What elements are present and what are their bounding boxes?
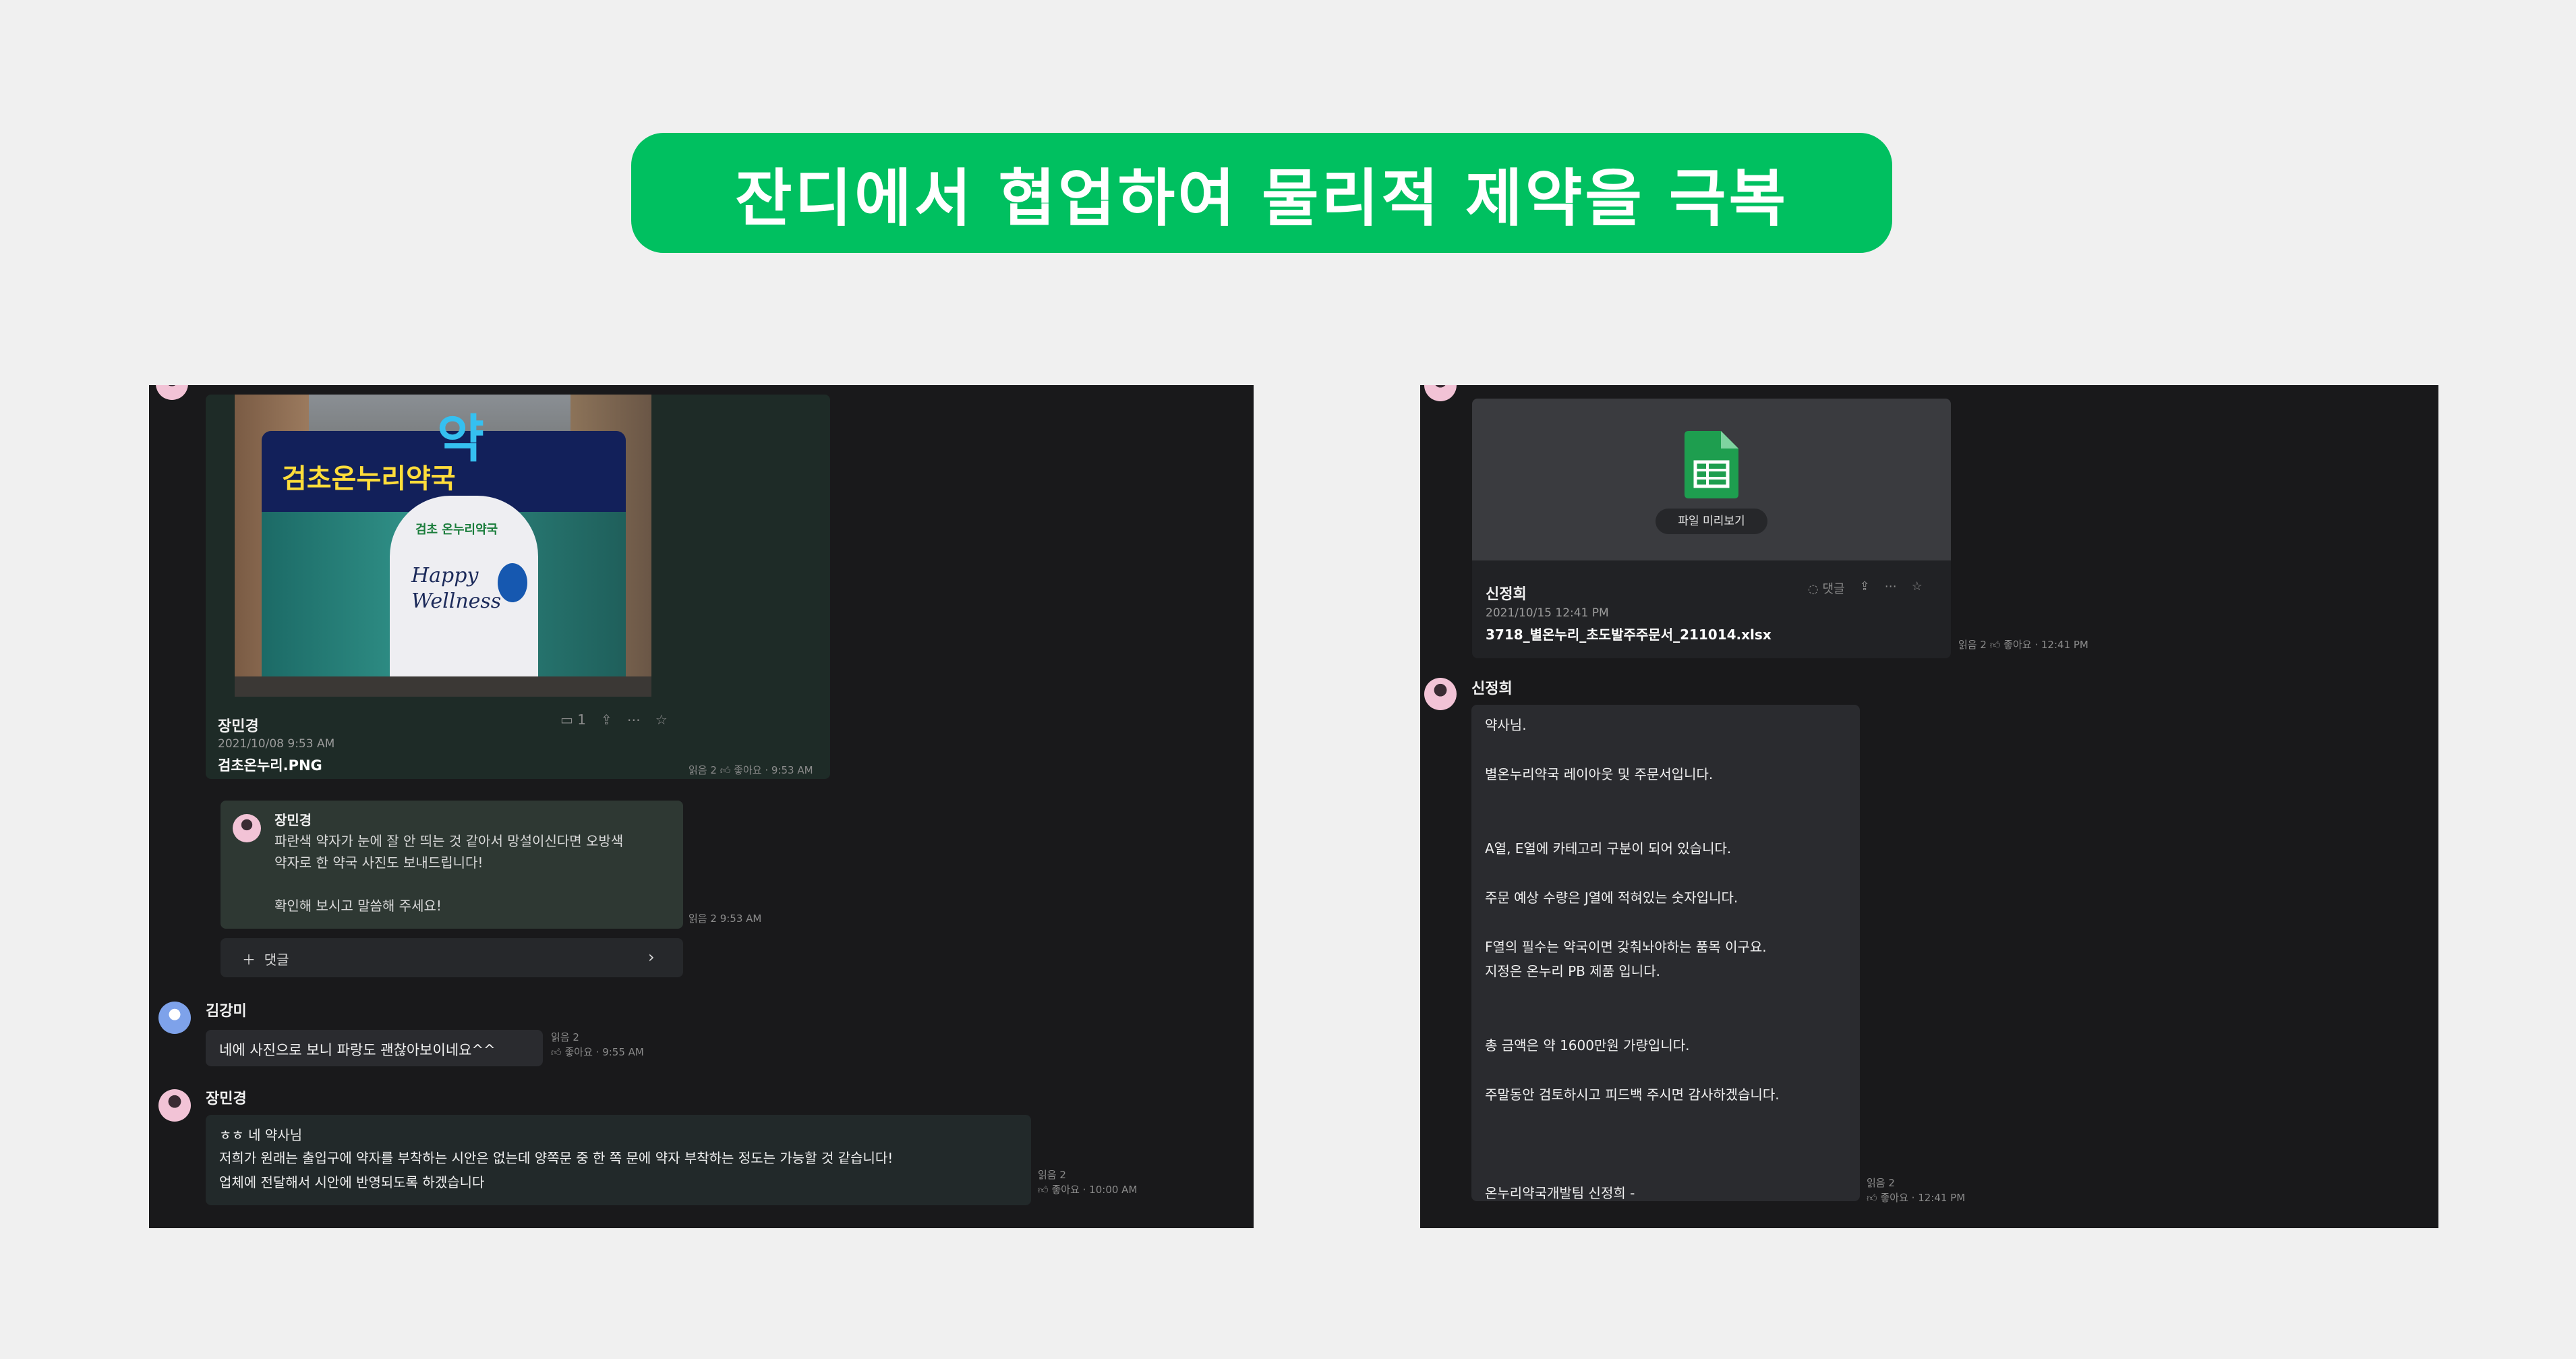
message-author: 신정희 xyxy=(1471,681,1513,697)
reply-line: 약자로 한 약국 사진도 보내드립니다! xyxy=(274,855,484,871)
spreadsheet-icon xyxy=(1685,431,1738,498)
message-text: 네에 사진으로 보니 파랑도 괜찮아보이네요^^ xyxy=(219,1042,496,1058)
banner-title: 잔디에서 협업하여 물리적 제약을 극복 xyxy=(734,162,1789,235)
message-meta: 읽음 2 👍︎ 좋아요 · 12:41 PM xyxy=(1867,1177,1966,1204)
image-post-actions: ▭ 1 ⇪ ⋯ ☆ xyxy=(560,712,668,728)
message-line: 지정은 온누리 PB 제품 입니다. xyxy=(1485,963,1660,979)
message-line: 업체에 전달해서 시안에 반영되도록 하겠습니다 xyxy=(219,1174,485,1190)
image-post-filename[interactable]: 검초온누리.PNG xyxy=(218,755,322,775)
avatar xyxy=(156,385,188,400)
reply-meta: 읽음 2 9:53 AM xyxy=(689,913,762,925)
avatar xyxy=(233,814,261,842)
chevron-right-icon[interactable]: › xyxy=(648,948,655,966)
thumbs-up-icon[interactable]: 👍︎ xyxy=(720,764,731,776)
thumbs-up-icon[interactable]: 👍︎ xyxy=(551,1046,562,1058)
photo-slogan: Happy Wellness xyxy=(411,564,502,613)
star-icon[interactable]: ☆ xyxy=(655,712,668,728)
photo-sign-text: 검초온누리약국 xyxy=(282,463,456,494)
comment-icon[interactable]: ◌ 댓글 xyxy=(1808,579,1845,597)
message-line: 주문 예상 수량은 J열에 적혀있는 숫자입니다. xyxy=(1485,889,1738,906)
chat-screenshot-right: 파일 미리보기 신정희 2021/10/15 12:41 PM 3718_별온누… xyxy=(1420,385,2438,1228)
avatar xyxy=(1424,385,1457,401)
share-icon[interactable]: ⇪ xyxy=(1860,579,1870,597)
avatar xyxy=(1424,678,1457,710)
message-line: F열의 필수는 약국이면 갖춰놔야하는 품목 이구요. xyxy=(1485,938,1767,955)
file-preview-button[interactable]: 파일 미리보기 xyxy=(1656,509,1767,534)
avatar xyxy=(158,1002,191,1034)
reply-line: 확인해 보시고 말씀해 주세요! xyxy=(274,898,442,914)
message-line: 주말동안 검토하시고 피드백 주시면 감사하겠습니다. xyxy=(1485,1086,1780,1103)
more-icon[interactable]: ⋯ xyxy=(627,712,641,728)
thumbs-up-icon[interactable]: 👍︎ xyxy=(1038,1184,1049,1196)
message-meta: 읽음 2 👍︎ 좋아요 · 10:00 AM xyxy=(1038,1169,1138,1196)
message-line: ㅎㅎ 네 약사님 xyxy=(219,1127,303,1143)
message-meta: 읽음 2 👍︎ 좋아요 · 9:55 AM xyxy=(551,1031,644,1058)
plus-icon: ＋ xyxy=(242,952,256,968)
image-post-author: 장민경 xyxy=(218,718,259,735)
chat-screenshot-left: 검초온누리약국 약 검초 온누리약국 Happy Wellness 장민경 20… xyxy=(149,385,1254,1228)
message-line: A열, E열에 카테고리 구분이 되어 있습니다. xyxy=(1485,840,1732,857)
file-message-card[interactable]: 파일 미리보기 신정희 2021/10/15 12:41 PM 3718_별온누… xyxy=(1472,399,1951,658)
message-line: 약사님. xyxy=(1485,717,1527,733)
message-line: 별온누리약국 레이아웃 및 주문서입니다. xyxy=(1485,766,1714,782)
message-author: 장민경 xyxy=(206,1091,247,1107)
reply-line: 파란색 약자가 눈에 잘 안 띄는 것 같아서 망설이신다면 오방색 xyxy=(274,833,624,849)
file-post-date: 2021/10/15 12:41 PM xyxy=(1486,606,1609,620)
file-post-meta: 읽음 2 👍︎ 좋아요 · 12:41 PM xyxy=(1958,639,2088,651)
star-icon[interactable]: ☆ xyxy=(1912,579,1923,597)
add-reply-label[interactable]: ＋ 댓글 xyxy=(242,949,289,968)
more-icon[interactable]: ⋯ xyxy=(1885,579,1897,597)
reply-author: 장민경 xyxy=(274,812,312,828)
image-post-meta: 읽음 2 👍︎ 좋아요 · 9:53 AM xyxy=(689,764,813,776)
thumbs-up-icon[interactable]: 👍︎ xyxy=(1990,639,2001,651)
message-line: 총 금액은 약 1600만원 가량입니다. xyxy=(1485,1037,1690,1053)
share-icon[interactable]: ⇪ xyxy=(601,712,612,728)
message-line: 저희가 원래는 출입구에 약자를 부착하는 시안은 없는데 양쪽문 중 한 쪽 … xyxy=(219,1150,894,1166)
photo-brand-text: 검초 온누리약국 xyxy=(415,523,498,537)
message-line: 온누리약국개발팀 신정희 - xyxy=(1485,1184,1635,1201)
photo-pharmacy-symbol: 약 xyxy=(437,409,484,469)
comment-icon[interactable]: ▭ 1 xyxy=(560,712,586,728)
photo-logo-mark xyxy=(498,563,527,602)
file-post-actions: ◌ 댓글 ⇪ ⋯ ☆ xyxy=(1808,579,1923,597)
banner: 잔디에서 협업하여 물리적 제약을 극복 xyxy=(631,133,1892,253)
add-reply-button[interactable] xyxy=(221,938,683,977)
thumbs-up-icon[interactable]: 👍︎ xyxy=(1867,1192,1877,1204)
image-post-date: 2021/10/08 9:53 AM xyxy=(218,737,335,751)
file-post-author: 신정희 xyxy=(1486,586,1527,603)
message-author: 김강미 xyxy=(206,1003,247,1020)
avatar xyxy=(158,1089,191,1122)
storefront-photo[interactable]: 검초온누리약국 약 검초 온누리약국 Happy Wellness xyxy=(235,395,651,697)
file-post-filename[interactable]: 3718_별온누리_초도발주주문서_211014.xlsx xyxy=(1486,624,1772,643)
